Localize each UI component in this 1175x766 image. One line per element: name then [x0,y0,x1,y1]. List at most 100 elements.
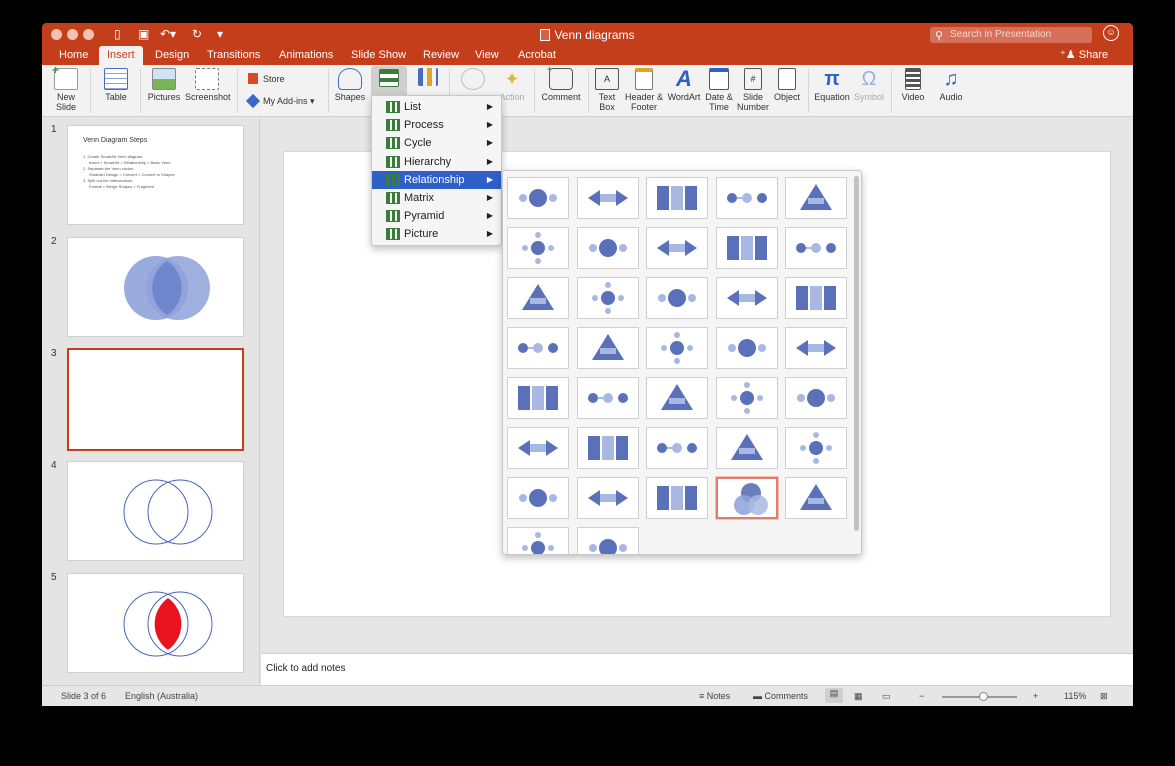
slide-sorter-icon[interactable]: ▦ [854,691,863,702]
smartart-menu-item-list[interactable]: List ▶ [372,98,501,116]
smartart-relationship-option[interactable] [785,477,847,519]
fit-to-window-icon[interactable]: ⊠ [1100,691,1108,702]
smartart-relationship-option[interactable] [785,177,847,219]
tab-slide-show[interactable]: Slide Show [343,46,414,65]
smartart-relationship-option[interactable] [785,377,847,419]
title-bar: ▯ ▣ ↶▾ ↻ ▾ Venn diagrams ⚲ Search in Pres… [42,23,1133,46]
equation-button[interactable]: π Equation [812,65,852,102]
smartart-relationship-option[interactable] [576,477,639,519]
language-indicator[interactable]: English (Australia) [125,691,198,701]
symbol-button[interactable]: Ω Symbol [852,65,886,102]
menu-item-label: Cycle [404,137,432,150]
shapes-button[interactable]: Shapes [334,65,366,102]
smartart-relationship-option[interactable] [785,427,847,469]
slide-thumbnail-2[interactable] [67,237,244,337]
smartart-relationship-option[interactable] [576,327,639,369]
smartart-relationship-option[interactable] [507,277,569,319]
date-time-button[interactable]: Date & Time [704,65,734,112]
table-button[interactable]: Table [98,65,134,102]
object-button[interactable]: Object [772,65,802,102]
slide-thumbnail-1[interactable]: Venn Diagram Steps 1. Create SmartArt Ve… [67,125,244,225]
wordart-button[interactable]: A WordArt [666,65,702,103]
smartart-relationship-option[interactable] [785,227,847,269]
zoom-slider-thumb[interactable] [979,692,989,701]
smartart-relationship-option[interactable] [646,427,708,469]
slide-number: 3 [51,348,57,359]
smartart-relationship-option[interactable] [715,327,778,369]
smartart-relationship-option[interactable] [646,177,708,219]
gallery-scrollbar[interactable] [854,176,859,531]
audio-button[interactable]: ♫ Audio [936,65,966,102]
normal-view-icon[interactable]: ▤ [825,688,843,703]
smartart-relationship-option[interactable] [715,427,778,469]
smartart-menu-item-pyramid[interactable]: Pyramid ▶ [372,207,501,225]
slide-thumbnail-3-selected[interactable] [67,348,244,451]
notes-pane[interactable]: Click to add notes [261,653,1133,685]
slide-number-button[interactable]: # Slide Number [736,65,770,112]
smartart-relationship-option[interactable] [715,227,778,269]
smartart-relationship-option[interactable] [507,177,569,219]
smartart-relationship-option[interactable] [507,427,569,469]
zoom-slider[interactable] [942,692,1017,701]
smartart-menu-item-hierarchy[interactable]: Hierarchy ▶ [372,153,501,171]
video-button[interactable]: Video [898,65,928,102]
smartart-relationship-option[interactable] [507,327,569,369]
reading-view-icon[interactable]: ▭ [882,691,891,702]
tab-review[interactable]: Review [415,46,467,65]
zoom-in-icon[interactable]: + [1033,691,1038,701]
smartart-relationship-option[interactable] [646,277,708,319]
tab-insert[interactable]: Insert [99,46,143,65]
smartart-menu-item-relationship[interactable]: Relationship ▶ [372,170,501,189]
smartart-relationship-option[interactable] [646,477,708,519]
smartart-menu-item-cycle[interactable]: Cycle ▶ [372,134,501,152]
tab-design[interactable]: Design [147,46,197,65]
smartart-relationship-option[interactable] [646,377,708,419]
smartart-menu-item-picture[interactable]: Picture ▶ [372,225,501,243]
notes-toggle[interactable]: ≡ Notes [699,691,730,701]
tab-transitions[interactable]: Transitions [199,46,268,65]
smartart-relationship-option[interactable] [785,277,847,319]
header-footer-button[interactable]: Header & Footer [624,65,664,112]
smartart-relationship-option[interactable] [785,327,847,369]
zoom-out-icon[interactable]: − [919,691,924,701]
store-button[interactable]: Store [248,73,285,84]
tab-animations[interactable]: Animations [271,46,341,65]
smartart-button[interactable] [371,66,407,98]
smartart-relationship-option[interactable] [576,427,639,469]
smartart-menu-item-matrix[interactable]: Matrix ▶ [372,189,501,207]
smartart-preview-icon [726,193,767,203]
text-box-button[interactable]: A Text Box [594,65,620,112]
comments-toggle[interactable]: ▬ Comments [753,691,808,701]
smartart-relationship-option[interactable] [507,377,569,419]
share-button[interactable]: ⁺♟ Share [1060,48,1108,61]
my-addins-button[interactable]: My Add-ins ▾ [245,93,315,109]
chart-button[interactable] [412,65,444,88]
pictures-button[interactable]: Pictures [146,65,182,102]
smartart-relationship-option[interactable] [715,377,778,419]
smartart-basic-venn-option[interactable] [715,477,778,519]
smartart-relationship-option[interactable] [507,227,569,269]
new-slide-button[interactable]: + New Slide [50,64,82,112]
search-input[interactable]: ⚲ Search in Presentation [930,27,1092,43]
smartart-relationship-option[interactable] [715,177,778,219]
slide-thumbnail-5[interactable] [67,573,244,673]
smartart-menu-item-process[interactable]: Process ▶ [372,116,501,134]
smartart-relationship-option[interactable] [576,227,639,269]
smartart-relationship-option[interactable] [646,327,708,369]
smartart-relationship-option[interactable] [507,527,569,554]
zoom-level[interactable]: 115% [1064,691,1086,701]
hyperlink-button[interactable] [460,65,486,92]
smartart-relationship-option[interactable] [576,377,639,419]
smartart-relationship-option[interactable] [576,177,639,219]
tab-acrobat[interactable]: Acrobat [510,46,564,65]
smartart-relationship-option[interactable] [646,227,708,269]
feedback-smiley-icon[interactable]: ☺ [1103,25,1119,41]
slide-thumbnail-4[interactable] [67,461,244,561]
smartart-relationship-option[interactable] [576,277,639,319]
smartart-relationship-option[interactable] [507,477,569,519]
comment-button[interactable]: + Comment [540,64,582,102]
smartart-relationship-option[interactable] [576,527,639,554]
tab-view[interactable]: View [467,46,507,65]
smartart-relationship-option[interactable] [715,277,778,319]
screenshot-button[interactable]: Screenshot [185,65,231,102]
